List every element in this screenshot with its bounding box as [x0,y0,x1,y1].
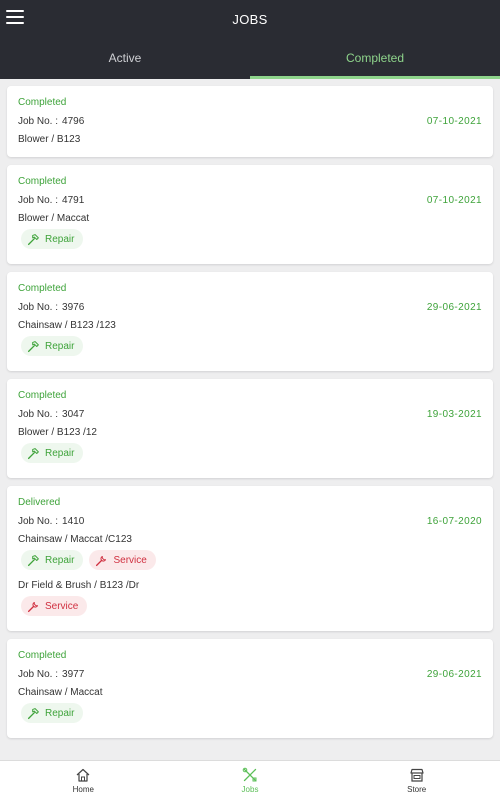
job-card[interactable]: Completed Job No. :3047 19-03-2021 Blowe… [7,379,493,478]
hammer-icon [27,340,39,352]
nav-home-label: Home [72,785,94,794]
hammer-icon [27,447,39,459]
job-product: Chainsaw / B123 /123 [18,320,116,331]
job-product: Blower / B123 /12 [18,427,97,438]
repair-tag[interactable]: Repair [21,550,84,570]
job-card[interactable]: Delivered Job No. :1410 16-07-2020 Chain… [7,486,493,631]
job-status: Completed [18,176,67,187]
service-tag-label: Service [45,600,79,612]
job-number-value: 1410 [62,516,85,527]
repair-tag[interactable]: Repair [21,229,84,249]
job-number: Job No. :4791 [18,195,84,206]
nav-home[interactable]: Home [0,761,167,800]
repair-tag-label: Repair [45,233,75,245]
job-number-label: Job No. : [18,195,59,206]
job-date: 29-06-2021 [426,669,482,680]
job-date: 19-03-2021 [426,409,482,420]
app-bar: JOBS Active Completed [0,0,500,79]
job-number: Job No. :4796 [18,116,84,127]
job-number-label: Job No. : [18,302,59,313]
nav-jobs[interactable]: Jobs [167,761,334,800]
job-date: 07-10-2021 [426,116,482,127]
job-product: Chainsaw / Maccat [18,687,103,698]
job-number: Job No. :3977 [18,669,84,680]
repair-tag-label: Repair [45,447,75,459]
repair-tag[interactable]: Repair [21,703,84,723]
job-date: 16-07-2020 [426,516,482,527]
page-title: JOBS [232,12,268,27]
job-date: 29-06-2021 [426,302,482,313]
job-card[interactable]: Completed Job No. :4791 07-10-2021 Blowe… [7,165,493,264]
job-number-label: Job No. : [18,116,59,127]
job-product: Chainsaw / Maccat /C123 [18,534,132,545]
store-icon [410,768,424,782]
repair-tag-label: Repair [45,707,75,719]
job-number-label: Job No. : [18,409,59,420]
job-number-value: 4791 [62,195,85,206]
job-list[interactable]: Completed Job No. :4796 07-10-2021 Blowe… [0,79,500,759]
job-date: 07-10-2021 [426,195,482,206]
bottom-nav: Home Jobs Store [0,760,500,800]
job-status: Delivered [18,497,61,508]
job-number-value: 3977 [62,669,85,680]
job-number-label: Job No. : [18,669,59,680]
wrench-icon [27,601,39,612]
hammer-icon [27,554,39,566]
job-product: Dr Field & Brush / B123 /Dr [18,580,140,591]
job-status: Completed [18,97,67,108]
job-card[interactable]: Completed Job No. :3977 29-06-2021 Chain… [7,639,493,738]
service-tag[interactable]: Service [21,596,88,616]
job-product: Blower / Maccat [18,213,90,224]
home-icon [76,768,90,782]
wrench-icon [96,555,107,566]
job-number-label: Job No. : [18,516,59,527]
job-status: Completed [18,283,67,294]
tab-completed[interactable]: Completed [250,45,500,79]
job-number: Job No. :3047 [18,409,84,420]
nav-store-label: Store [407,785,427,794]
repair-tag[interactable]: Repair [21,336,84,356]
tab-bar: Active Completed [0,45,500,79]
tab-active[interactable]: Active [0,45,250,79]
repair-tag[interactable]: Repair [21,443,84,463]
job-product: Blower / B123 [18,134,81,145]
service-tag-label: Service [113,554,147,566]
repair-tag-label: Repair [45,554,75,566]
job-card[interactable]: Completed Job No. :3976 29-06-2021 Chain… [7,272,493,371]
job-number: Job No. :1410 [18,516,84,527]
job-status: Completed [18,650,67,661]
job-number: Job No. :3976 [18,302,84,313]
nav-store[interactable]: Store [333,761,500,800]
service-tag[interactable]: Service [89,550,156,570]
tools-icon [242,767,257,782]
job-number-value: 3976 [62,302,85,313]
repair-tag-label: Repair [45,340,75,352]
hammer-icon [27,707,39,719]
job-number-value: 3047 [62,409,85,420]
nav-jobs-label: Jobs [241,785,259,794]
hammer-icon [27,233,39,245]
job-card[interactable]: Completed Job No. :4796 07-10-2021 Blowe… [7,86,493,157]
job-status: Completed [18,390,67,401]
job-number-value: 4796 [62,116,85,127]
